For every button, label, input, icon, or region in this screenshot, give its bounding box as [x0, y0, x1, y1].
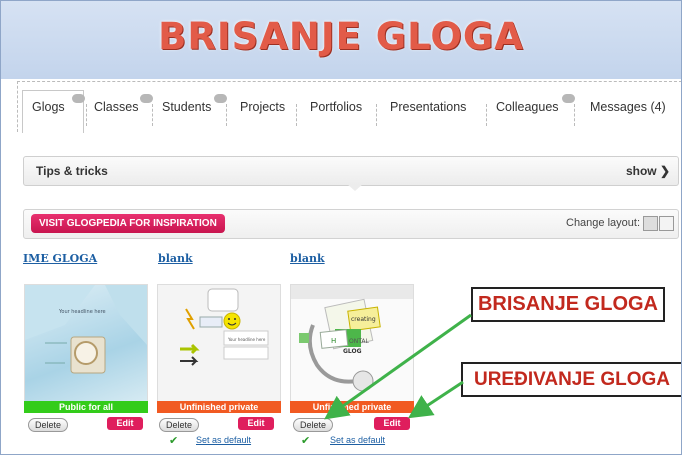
tab-divider	[152, 104, 154, 126]
tab-glogs[interactable]: Glogs	[32, 100, 65, 114]
tips-and-tricks-bar: Tips & tricks show ❯	[23, 156, 679, 186]
status-badge: Public for all	[24, 401, 148, 413]
glog-thumbnail[interactable]: Your headline here	[24, 284, 148, 403]
tab-messages[interactable]: Messages (4)	[590, 100, 666, 114]
glog-title-link[interactable]: blank	[158, 252, 193, 265]
tab-divider	[574, 104, 576, 126]
tab-projects[interactable]: Projects	[240, 100, 285, 114]
change-layout-label: Change layout:	[566, 217, 640, 229]
layout-large-icon[interactable]	[643, 216, 658, 231]
edit-button[interactable]: Edit	[107, 417, 143, 430]
tab-classes-badge	[140, 94, 153, 103]
tab-divider	[226, 104, 228, 126]
tab-divider	[376, 104, 378, 126]
visit-glogpedia-button[interactable]: VISIT GLOGPEDIA FOR INSPIRATION	[31, 214, 225, 233]
tab-colleagues[interactable]: Colleagues	[496, 100, 559, 114]
edit-button[interactable]: Edit	[374, 417, 410, 430]
tab-divider	[486, 104, 488, 126]
status-badge: Unfinished private	[157, 401, 281, 413]
title-banner: BRISANJE GLOGA	[1, 1, 681, 79]
glog-thumbnail-art: Your headline here	[25, 285, 147, 374]
thumb-headline: Your headline here	[227, 337, 266, 342]
tab-glogs-badge	[72, 94, 85, 103]
main-tabs: Glogs Classes Students Projects Portfoli…	[17, 81, 681, 133]
glog-thumbnail-art: creating H ONTAL GLOG	[291, 285, 413, 392]
tips-label: Tips & tricks	[36, 164, 108, 178]
checkmark-icon: ✔	[301, 434, 311, 447]
thumb-headline: Your headline here	[58, 309, 106, 315]
delete-button[interactable]: Delete	[159, 418, 199, 432]
thumb-glog: GLOG	[343, 348, 362, 355]
glogs-toolbar: VISIT GLOGPEDIA FOR INSPIRATION Change l…	[23, 209, 679, 239]
thumb-ontal: ONTAL	[349, 338, 370, 345]
glog-thumbnail-art: Your headline here	[180, 288, 269, 366]
callout-delete-label: BRISANJE GLOGA	[471, 287, 665, 322]
tab-classes[interactable]: Classes	[94, 100, 138, 114]
glog-title-link[interactable]: IME GLOGA	[23, 252, 97, 265]
arrow-to-edit	[407, 380, 464, 419]
screenshot-frame: BRISANJE GLOGA Glogs Classes Students Pr…	[0, 0, 682, 455]
set-as-default-link[interactable]: Set as default	[330, 435, 385, 445]
set-as-default-link[interactable]: Set as default	[196, 435, 251, 445]
glog-title-link[interactable]: blank	[290, 252, 325, 265]
delete-button[interactable]: Delete	[293, 418, 333, 432]
tab-students[interactable]: Students	[162, 100, 211, 114]
tab-divider	[86, 104, 88, 126]
tips-show-toggle[interactable]: show ❯	[626, 164, 670, 178]
layout-grid-icon[interactable]	[659, 216, 674, 231]
thumb-creating: creating	[351, 316, 376, 323]
tab-students-badge	[214, 94, 227, 103]
delete-button[interactable]: Delete	[28, 418, 68, 432]
svg-text:H: H	[331, 337, 336, 345]
tab-divider	[296, 104, 298, 126]
tips-pointer	[347, 184, 363, 191]
edit-button[interactable]: Edit	[238, 417, 274, 430]
checkmark-icon: ✔	[169, 434, 179, 447]
status-badge: Unfinished private	[290, 401, 414, 413]
callout-edit-label: UREĐIVANJE GLOGA	[461, 362, 681, 397]
glog-thumbnail[interactable]: Your headline here	[157, 284, 281, 403]
banner-title: BRISANJE GLOGA	[158, 15, 524, 58]
tab-colleagues-badge	[562, 94, 575, 103]
tab-portfolios[interactable]: Portfolios	[310, 100, 362, 114]
tab-presentations[interactable]: Presentations	[390, 100, 466, 114]
glog-thumbnail[interactable]: creating H ONTAL GLOG	[290, 284, 414, 403]
